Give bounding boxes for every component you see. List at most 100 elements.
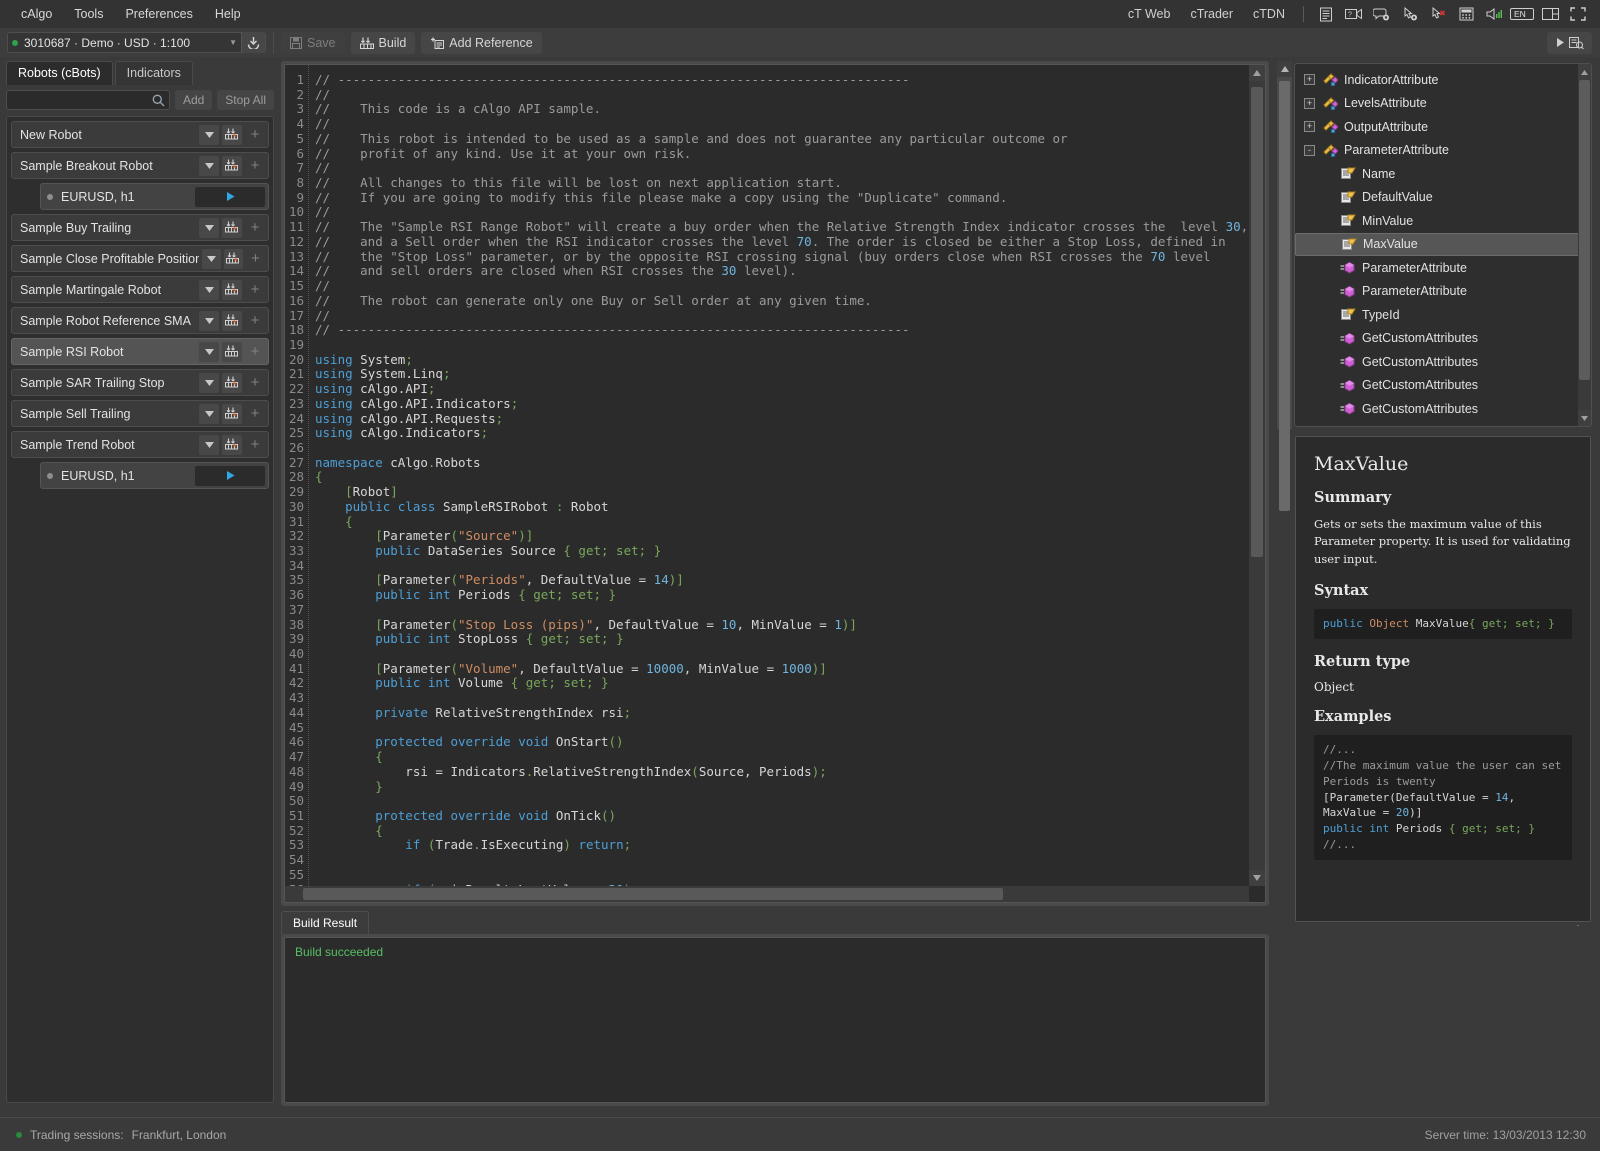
api-reference-tree[interactable]: + IndicatorAttribute + LevelsAttribute + Outp… (1294, 63, 1592, 427)
api-tree-row[interactable]: ParameterAttribute (1295, 280, 1591, 304)
editor-horizontal-scroll-thumb[interactable] (303, 888, 1003, 900)
instance-play-button[interactable] (195, 186, 265, 207)
collapse-icon[interactable]: - (1303, 144, 1316, 157)
code-line[interactable]: // the "Stop Loss" parameter, or by the … (315, 249, 1249, 265)
expander-box[interactable]: - (1304, 144, 1315, 156)
expand-icon[interactable]: + (1303, 97, 1316, 110)
code-line[interactable]: public class SampleRSIRobot : Robot (315, 499, 1249, 515)
code-line[interactable]: // (315, 160, 1249, 176)
robot-build-icon[interactable]: * (222, 217, 242, 238)
robot-menu-chevron-down-icon[interactable] (201, 248, 221, 269)
link-ctrader[interactable]: cTrader (1180, 3, 1243, 25)
code-line[interactable]: // All changes to this file will be lost… (315, 175, 1249, 191)
expander-box[interactable]: + (1304, 97, 1315, 109)
build-result-output[interactable]: Build succeeded (284, 937, 1266, 1103)
code-line[interactable]: { (315, 749, 1249, 765)
editor-vertical-scroll-thumb[interactable] (1251, 87, 1263, 557)
robot-add-instance-icon[interactable]: + (245, 280, 265, 300)
account-selector[interactable]: 3010687 · Demo · USD · 1:100 ▼ (8, 33, 241, 52)
robot-build-icon[interactable]: * (222, 403, 242, 424)
robot-add-instance-icon[interactable]: + (245, 404, 265, 424)
robot-instance-item[interactable]: EURUSD, h1 (40, 462, 269, 489)
right-panel-scroll-thumb[interactable] (1279, 81, 1290, 511)
menu-help[interactable]: Help (204, 3, 252, 25)
code-line[interactable]: // (315, 116, 1249, 132)
run-backtest-button[interactable] (1547, 31, 1592, 54)
code-line[interactable] (315, 721, 1249, 736)
code-line[interactable]: // (315, 278, 1249, 294)
code-line[interactable]: [Parameter("Source")] (315, 528, 1249, 544)
tab-robots-cbots[interactable]: Robots (cBots) (6, 61, 113, 85)
code-line[interactable]: using cAlgo.API.Indicators; (315, 396, 1249, 412)
layout-panel-icon[interactable] (1537, 4, 1563, 24)
menu-tools[interactable]: Tools (63, 3, 114, 25)
robot-add-instance-icon[interactable]: + (245, 218, 265, 238)
api-tree-row[interactable]: ParameterAttribute (1295, 256, 1591, 280)
code-line[interactable]: [Parameter("Volume", DefaultValue = 1000… (315, 661, 1249, 677)
api-tree-row[interactable]: MinValue (1295, 209, 1591, 233)
code-line[interactable]: protected override void OnTick() (315, 808, 1249, 824)
code-line[interactable]: using cAlgo.Indicators; (315, 425, 1249, 441)
api-tree-row[interactable]: GetCustomAttributes (1295, 327, 1591, 351)
code-line[interactable]: using cAlgo.API; (315, 381, 1249, 397)
code-content[interactable]: // -------------------------------------… (309, 65, 1249, 886)
code-line[interactable]: [Parameter("Periods", DefaultValue = 14)… (315, 573, 1249, 588)
code-line[interactable] (315, 603, 1249, 618)
robot-build-icon[interactable]: * (222, 372, 242, 393)
robot-list-item[interactable]: Sample Trend Robot * + (11, 431, 269, 458)
code-line[interactable]: rsi = Indicators.RelativeStrengthIndex(S… (315, 764, 1249, 780)
robot-instance-item[interactable]: EURUSD, h1 (40, 183, 269, 210)
code-line[interactable]: // This code is a cAlgo API sample. (315, 102, 1249, 117)
code-line[interactable]: namespace cAlgo.Robots (315, 455, 1249, 471)
api-tree-row[interactable]: MaxValue (1295, 232, 1587, 256)
code-line[interactable]: { (315, 514, 1249, 530)
link-ct-web[interactable]: cT Web (1118, 3, 1181, 25)
expander-box[interactable]: + (1304, 74, 1315, 86)
robot-build-icon[interactable]: * (222, 434, 242, 455)
robot-list-item[interactable]: Sample RSI Robot + (11, 338, 269, 365)
code-line[interactable]: } (315, 779, 1249, 795)
save-button[interactable]: Save (281, 31, 345, 54)
code-line[interactable]: if (Trade.IsExecuting) return; (315, 838, 1249, 853)
fullscreen-icon[interactable] (1565, 4, 1591, 24)
scroll-up-arrow[interactable] (1249, 65, 1265, 81)
robot-list-item[interactable]: New Robot * + (11, 121, 269, 148)
expand-icon[interactable]: + (1303, 120, 1316, 133)
sound-icon[interactable] (1481, 4, 1507, 24)
code-line[interactable]: // The robot can generate only one Buy o… (315, 293, 1249, 309)
robot-menu-chevron-down-icon[interactable] (199, 279, 219, 300)
chat-settings-icon[interactable] (1369, 4, 1395, 24)
code-line[interactable] (315, 647, 1249, 662)
code-editor[interactable]: 1 2 3 4 5 6 7 8 9 10 11 12 13 14 15 16 17 18 19 20 21 22 23 24 2… (284, 64, 1266, 903)
robot-build-icon[interactable] (222, 341, 242, 362)
robot-menu-chevron-down-icon[interactable] (199, 434, 219, 455)
stop-all-button[interactable]: Stop All (217, 90, 274, 110)
code-line[interactable]: using System; (315, 352, 1249, 368)
robot-list-item[interactable]: Sample Buy Trailing * + (11, 214, 269, 241)
code-line[interactable]: public int Volume { get; set; } (315, 676, 1249, 691)
robot-add-instance-icon[interactable]: + (245, 156, 265, 176)
menu-preferences[interactable]: Preferences (114, 3, 203, 25)
api-tree-scroll-down-arrow[interactable] (1578, 410, 1591, 426)
code-line[interactable] (315, 559, 1249, 574)
code-line[interactable]: // (315, 308, 1249, 324)
robot-list-item[interactable]: Sample Breakout Robot * + (11, 152, 269, 179)
news-icon[interactable] (1313, 4, 1339, 24)
robot-menu-chevron-down-icon[interactable] (199, 124, 219, 145)
robot-list-item[interactable]: Sample Robot Reference SMA * + (11, 307, 269, 334)
code-line[interactable]: protected override void OnStart() (315, 734, 1249, 750)
api-tree-row[interactable]: GetCustomAttributes (1295, 397, 1591, 421)
add-button[interactable]: Add (174, 90, 213, 110)
robot-menu-chevron-down-icon[interactable] (199, 217, 219, 238)
code-line[interactable]: { (315, 470, 1249, 485)
api-tree-scroll-up-arrow[interactable] (1578, 64, 1591, 80)
download-icon[interactable] (241, 32, 265, 53)
api-tree-row[interactable]: GetCustomAttributes (1295, 374, 1591, 398)
api-tree-row[interactable]: - ParameterAttribute (1295, 139, 1591, 163)
code-line[interactable]: using cAlgo.API.Requests; (315, 411, 1249, 427)
calculator-icon[interactable] (1453, 4, 1479, 24)
code-line[interactable]: [Parameter("Stop Loss (pips)", DefaultVa… (315, 617, 1249, 633)
editor-horizontal-scrollbar[interactable] (285, 886, 1249, 902)
editor-vertical-scrollbar[interactable] (1249, 65, 1265, 886)
pointer-remove-icon[interactable] (1425, 4, 1451, 24)
